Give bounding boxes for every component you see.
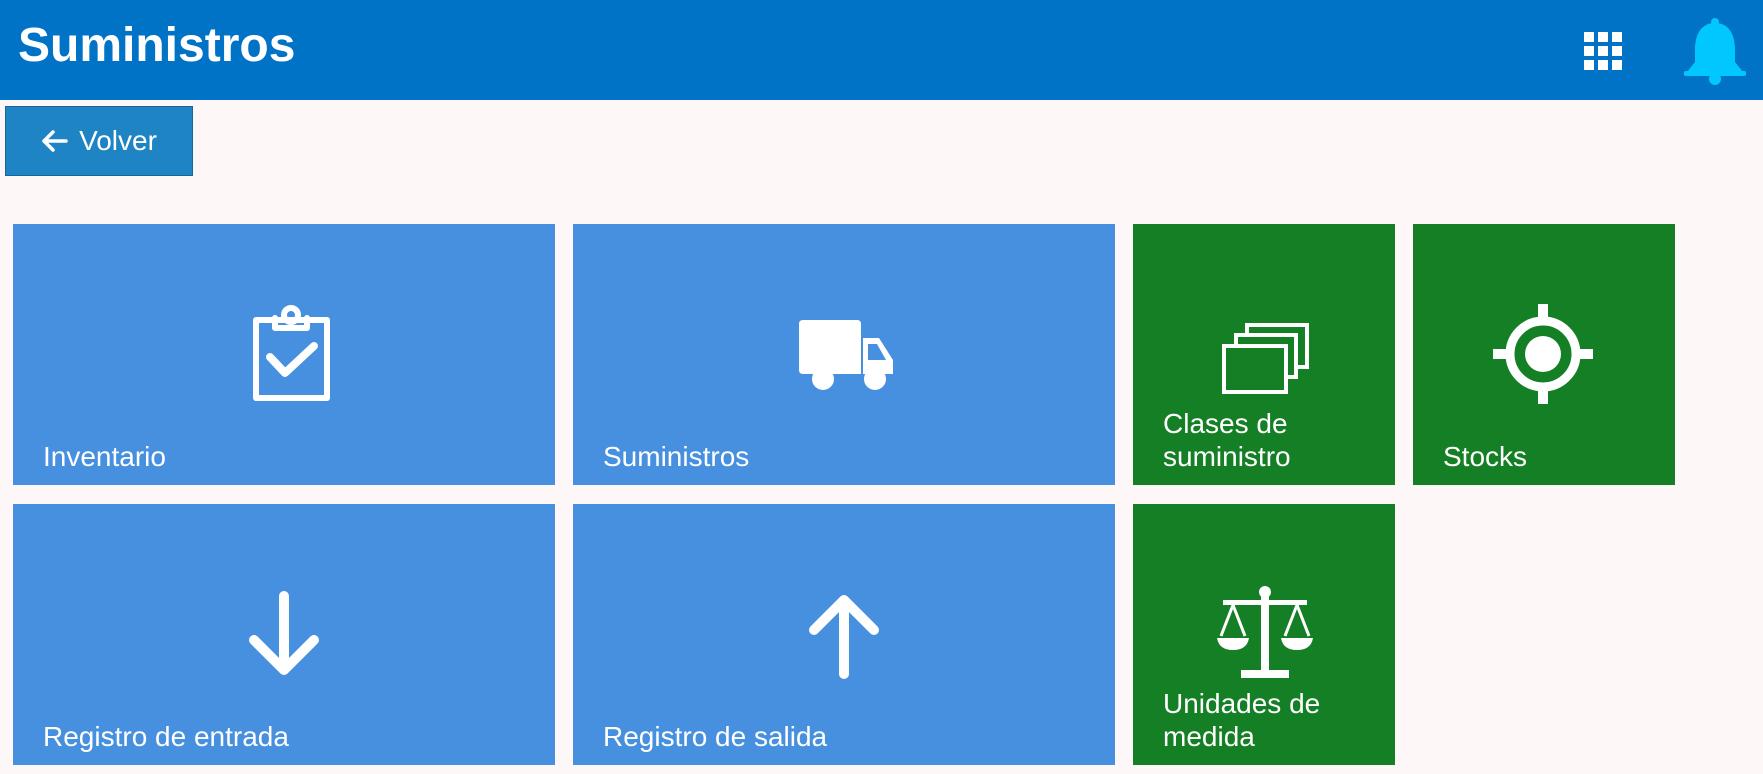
tile-label: Stocks (1443, 441, 1528, 472)
bell-icon (1684, 18, 1746, 85)
truck-icon (799, 320, 893, 390)
tile-unidades-de-medida[interactable]: Unidades de medida (1133, 504, 1395, 765)
tile-label: Registro de entrada (43, 721, 289, 752)
tile-registro-de-entrada[interactable]: Registro de entrada (13, 504, 555, 765)
tile-label: Clases de suministro (1163, 408, 1291, 472)
notifications-button[interactable] (1680, 16, 1750, 86)
target-icon (1493, 304, 1593, 404)
tile-registro-de-salida[interactable]: Registro de salida (573, 504, 1115, 765)
tile-label: Registro de salida (603, 721, 828, 752)
scales-icon (1217, 586, 1313, 678)
tile-label: Inventario (43, 441, 166, 472)
tile-suministros[interactable]: Suministros (573, 224, 1115, 485)
tile-inventario[interactable]: Inventario (13, 224, 555, 485)
arrow-up-icon (809, 595, 879, 679)
back-button[interactable]: Volver (5, 106, 193, 176)
arrow-down-icon (249, 591, 319, 675)
tile-label: Suministros (603, 441, 750, 472)
grid-icon (1584, 32, 1622, 70)
apps-grid-button[interactable] (1578, 28, 1630, 80)
app-header: Suministros (0, 0, 1763, 100)
tile-stocks[interactable]: Stocks (1413, 224, 1675, 485)
tile-label: Unidades de medida (1163, 688, 1321, 752)
stacked-windows-icon (1222, 323, 1309, 394)
clipboard-check-icon (253, 305, 330, 401)
page-title: Suministros (18, 19, 296, 72)
tile-clases-de-suministro[interactable]: Clases de suministro (1133, 224, 1395, 485)
arrow-left-icon (42, 130, 68, 152)
back-button-label: Volver (79, 125, 157, 156)
